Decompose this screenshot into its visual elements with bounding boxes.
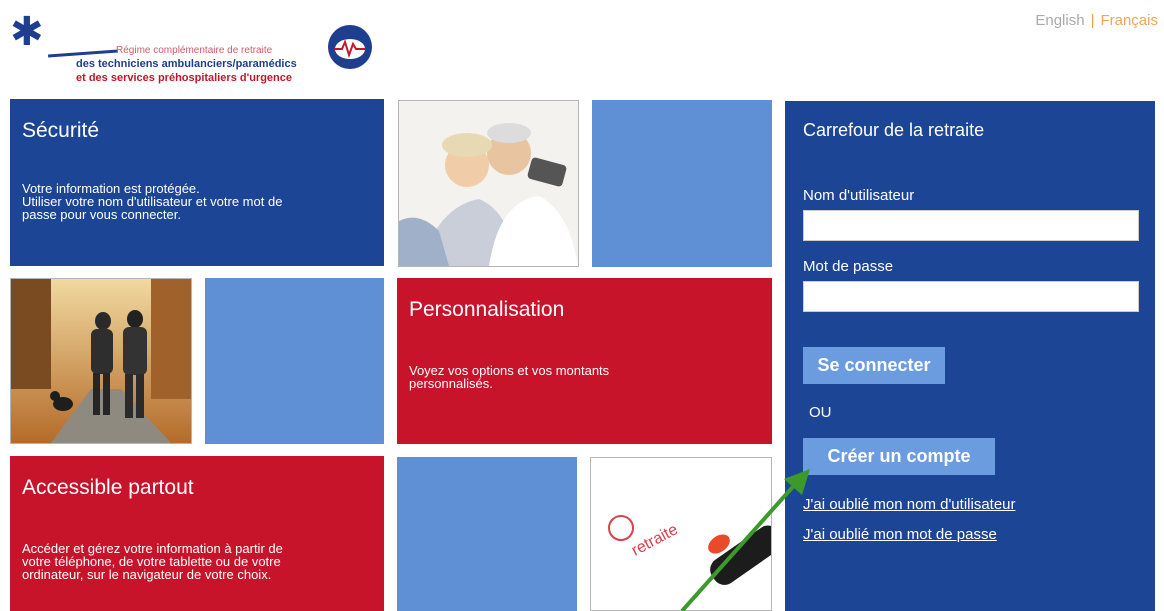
password-input[interactable] [803,281,1139,312]
forgot-password-link[interactable]: J'ai oublié mon mot de passe [803,526,997,543]
username-label: Nom d'utilisateur [803,187,915,204]
login-panel-title: Carrefour de la retraite [803,120,985,140]
security-title: Sécurité [22,119,100,142]
star-of-life-icon: ✱ [10,10,44,54]
lang-french-link[interactable]: Français [1100,12,1158,29]
decor-tile-1 [592,100,772,267]
language-switcher: English | Français [1035,12,1158,29]
security-tile: Sécurité Votre information est protégée.… [10,99,384,266]
decor-tile-2 [205,278,384,444]
or-divider-text: OU [809,404,832,421]
logo-line-3: et des services préhospitaliers d'urgenc… [76,72,292,84]
couple-walking-photo [10,278,192,444]
create-account-button[interactable]: Créer un compte [803,438,995,475]
logo-line-2: des techniciens ambulanciers/paramédics [76,58,297,70]
accessible-title: Accessible partout [22,476,194,499]
lang-english-link[interactable]: English [1035,12,1084,29]
logo-swoosh [47,49,119,58]
piggy-bank-seal-icon [320,22,380,72]
password-label: Mot de passe [803,258,894,275]
decor-tile-3 [397,457,577,611]
login-panel: Carrefour de la retraite Nom d'utilisate… [785,101,1155,611]
accessible-text: Accéder et gérez votre information à par… [22,541,283,582]
organization-logo[interactable]: ✱ Régime complémentaire de retraite des … [4,6,304,88]
seniors-selfie-photo [398,100,579,267]
personalization-title: Personnalisation [409,298,565,321]
personalization-text: Voyez vos options et vos montants person… [409,363,610,391]
username-input[interactable] [803,210,1139,241]
personalization-tile: Personnalisation Voyez vos options et vo… [397,278,772,444]
accessible-tile: Accessible partout Accéder et gérez votr… [10,456,384,611]
security-text: Votre information est protégée. Utiliser… [22,181,283,222]
login-button[interactable]: Se connecter [803,347,945,384]
annotation-arrow-icon [680,469,810,611]
lang-separator: | [1090,12,1095,29]
forgot-username-link[interactable]: J'ai oublié mon nom d'utilisateur [803,496,1016,513]
logo-line-1: Régime complémentaire de retraite [116,45,273,56]
